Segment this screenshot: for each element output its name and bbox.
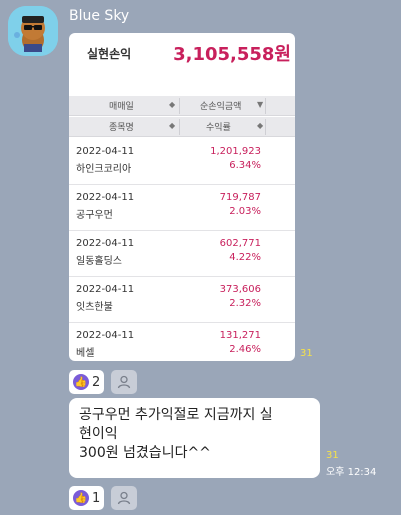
person-icon — [117, 491, 131, 505]
sort-arrow-icon: ◆ — [257, 121, 264, 130]
header-trade-date: 매매일 — [109, 102, 134, 112]
net-profit: 131,271 — [219, 330, 261, 341]
avatar-character-icon — [8, 6, 58, 56]
return-rate: 4.22% — [229, 252, 261, 263]
message-line: 공구우먼 추가익절로 지금까지 실 — [79, 407, 273, 423]
table-row: 2022-04-11 베셀 131,271 2.46% — [69, 323, 295, 361]
reaction-count: 1 — [92, 490, 101, 506]
table-row: 2022-04-11 잇츠한불 373,606 2.32% — [69, 277, 295, 323]
sort-arrow-icon: ◆ — [169, 100, 176, 109]
return-rate: 2.32% — [229, 298, 261, 309]
trade-date: 2022-04-11 — [76, 330, 135, 341]
stock-name: 하인크코리아 — [76, 164, 132, 175]
header-net-profit: 순손익금액 — [200, 102, 242, 112]
header-divider — [265, 98, 266, 114]
avatar[interactable] — [8, 6, 58, 56]
realized-profit-label: 실현손익 — [87, 47, 132, 61]
net-profit: 602,771 — [219, 238, 261, 249]
table-header-row-1: 매매일 ◆ 순손익금액 ▼ — [69, 96, 295, 116]
stock-name: 잇츠한불 — [76, 302, 113, 313]
person-icon — [117, 375, 131, 389]
add-reaction-button[interactable] — [111, 486, 137, 510]
message-timestamp: 오후 12:34 — [326, 467, 377, 478]
header-divider — [179, 98, 180, 114]
stock-name: 공구우먼 — [76, 210, 113, 221]
stock-name: 일동홀딩스 — [76, 256, 122, 267]
trade-date: 2022-04-11 — [76, 146, 135, 157]
header-stock-name: 종목명 — [109, 123, 134, 133]
header-return-rate: 수익률 — [206, 123, 231, 133]
header-divider — [179, 119, 180, 135]
net-profit: 1,201,923 — [210, 146, 261, 157]
text-message-bubble[interactable]: 공구우먼 추가익절로 지금까지 실 현이익 300원 넘겼습니다^^ — [69, 398, 320, 478]
return-rate: 2.46% — [229, 344, 261, 355]
table-row: 2022-04-11 일동홀딩스 602,771 4.22% — [69, 231, 295, 277]
thumbs-up-icon: 👍 — [73, 490, 89, 506]
header-divider — [265, 119, 266, 135]
return-rate: 2.03% — [229, 206, 261, 217]
table-row: 2022-04-11 공구우먼 719,787 2.03% — [69, 185, 295, 231]
shared-image-card[interactable]: 실현손익 3,105,558원 매매일 ◆ 순손익금액 ▼ 종목명 ◆ 수익률 … — [69, 33, 295, 361]
sort-arrow-icon: ◆ — [169, 121, 176, 130]
unread-count: 31 — [300, 348, 313, 359]
message-line: 현이익 — [79, 426, 118, 442]
table-row: 2022-04-11 하인크코리아 1,201,923 6.34% — [69, 139, 295, 185]
sort-arrow-icon: ▼ — [257, 100, 264, 109]
sender-name: Blue Sky — [69, 8, 130, 24]
reaction-count: 2 — [92, 374, 101, 390]
reaction-like-button[interactable]: 👍 1 — [69, 486, 105, 510]
return-rate: 6.34% — [229, 160, 261, 171]
trade-date: 2022-04-11 — [76, 192, 135, 203]
add-reaction-button[interactable] — [111, 370, 137, 394]
net-profit: 373,606 — [219, 284, 261, 295]
net-profit: 719,787 — [219, 192, 261, 203]
table-header-row-2: 종목명 ◆ 수익률 ◆ — [69, 117, 295, 137]
unread-count: 31 — [326, 450, 339, 461]
trade-date: 2022-04-11 — [76, 284, 135, 295]
realized-profit-value: 3,105,558원 — [173, 44, 291, 65]
reaction-like-button[interactable]: 👍 2 — [69, 370, 105, 394]
trade-date: 2022-04-11 — [76, 238, 135, 249]
message-line: 300원 넘겼습니다^^ — [79, 445, 211, 461]
stock-name: 베셀 — [76, 348, 95, 359]
thumbs-up-icon: 👍 — [73, 374, 89, 390]
